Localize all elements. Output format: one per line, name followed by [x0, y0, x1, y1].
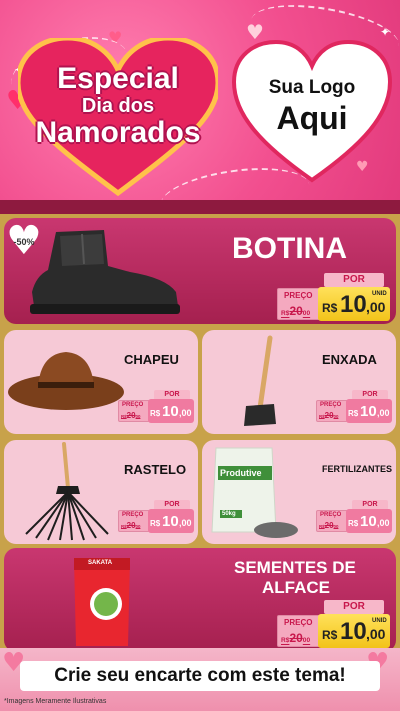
- product-card-enxada[interactable]: ENXADA POR PREÇO R$2000 R$ 10 ,00: [202, 330, 396, 434]
- product-card-rastelo[interactable]: RASTELO POR PREÇO R$2000 R$ 10 ,00: [4, 440, 198, 544]
- discount-badge: -50%: [6, 218, 42, 264]
- header-banner: ♥ ♥ ♥ ♥ ♥ ♥ ✦ ✦ Especial Dia dos Namorad…: [0, 0, 400, 212]
- header-divider: [0, 200, 400, 214]
- current-price-box: R$ 10 ,00 UNID: [318, 614, 390, 648]
- por-label: POR: [324, 600, 384, 614]
- product-name: FERTILIZANTES: [322, 464, 392, 474]
- product-name: BOTINA: [232, 232, 347, 265]
- old-price: R$2000: [281, 631, 311, 645]
- old-price-box: PREÇO R$2000: [118, 510, 150, 532]
- logo-line-1: Sua Logo: [268, 77, 356, 98]
- product-name-line-2: ALFACE: [262, 578, 330, 597]
- old-price: R$2000: [121, 411, 141, 420]
- boot-image: [30, 230, 180, 314]
- hat-image: [8, 352, 124, 410]
- old-price-box: PREÇO R$2000: [316, 510, 348, 532]
- title-line-2: Dia dos: [81, 95, 155, 117]
- old-price-box: PREÇO R$2000: [316, 400, 348, 422]
- hoe-image: [244, 335, 276, 426]
- product-card-chapeu[interactable]: CHAPEU POR PREÇO R$2000 R$ 10 ,00: [4, 330, 198, 434]
- product-card-botina[interactable]: BOTINA POR PREÇO R$2000 R$ 10 ,00 UNID: [4, 218, 396, 324]
- product-card-fertilizantes[interactable]: Produtive 50kg FERTILIZANTES POR PREÇO R…: [202, 440, 396, 544]
- current-price-box: R$ 10 ,00: [148, 509, 194, 533]
- bag-label: Produtive: [220, 468, 262, 478]
- logo-placeholder: Sua Logo Aqui: [232, 78, 392, 136]
- fertilizer-bag-image: [211, 447, 298, 538]
- old-price: R$2000: [121, 521, 141, 530]
- por-label: POR: [324, 273, 384, 287]
- rake-image: [25, 442, 109, 541]
- product-card-sementes-de-alface[interactable]: SAKATA SEMENTES DE ALFACE POR PREÇO R$20…: [4, 548, 396, 652]
- product-name: ENXADA: [322, 352, 377, 367]
- title-line-1: Especial: [57, 62, 179, 95]
- logo-line-2: Aqui: [276, 99, 348, 136]
- cta-banner[interactable]: Crie seu encarte com este tema!: [20, 661, 380, 691]
- old-price: R$2000: [281, 304, 311, 318]
- current-price-box: R$ 10 ,00 UNID: [318, 287, 390, 321]
- old-price-box: PREÇO R$2000: [118, 400, 150, 422]
- product-name: CHAPEU: [124, 352, 179, 367]
- old-price: R$2000: [319, 411, 339, 420]
- packet-brand: SAKATA: [88, 560, 113, 566]
- disclaimer-text: *Imagens Meramente Ilustrativas: [4, 698, 107, 705]
- title-line-3: Namorados: [35, 116, 201, 149]
- seed-packet-image: [74, 558, 130, 646]
- product-name-line-1: SEMENTES DE: [234, 558, 356, 577]
- old-price: R$2000: [319, 521, 339, 530]
- product-name: RASTELO: [124, 462, 187, 477]
- current-price-box: R$ 10 ,00: [346, 509, 392, 533]
- preco-label: PREÇO: [284, 291, 313, 300]
- bag-weight: 50kg: [222, 511, 236, 517]
- current-price-box: R$ 10 ,00: [346, 399, 392, 423]
- campaign-title: Especial Dia dos Namorados: [0, 64, 236, 148]
- current-price-box: R$ 10 ,00: [148, 399, 194, 423]
